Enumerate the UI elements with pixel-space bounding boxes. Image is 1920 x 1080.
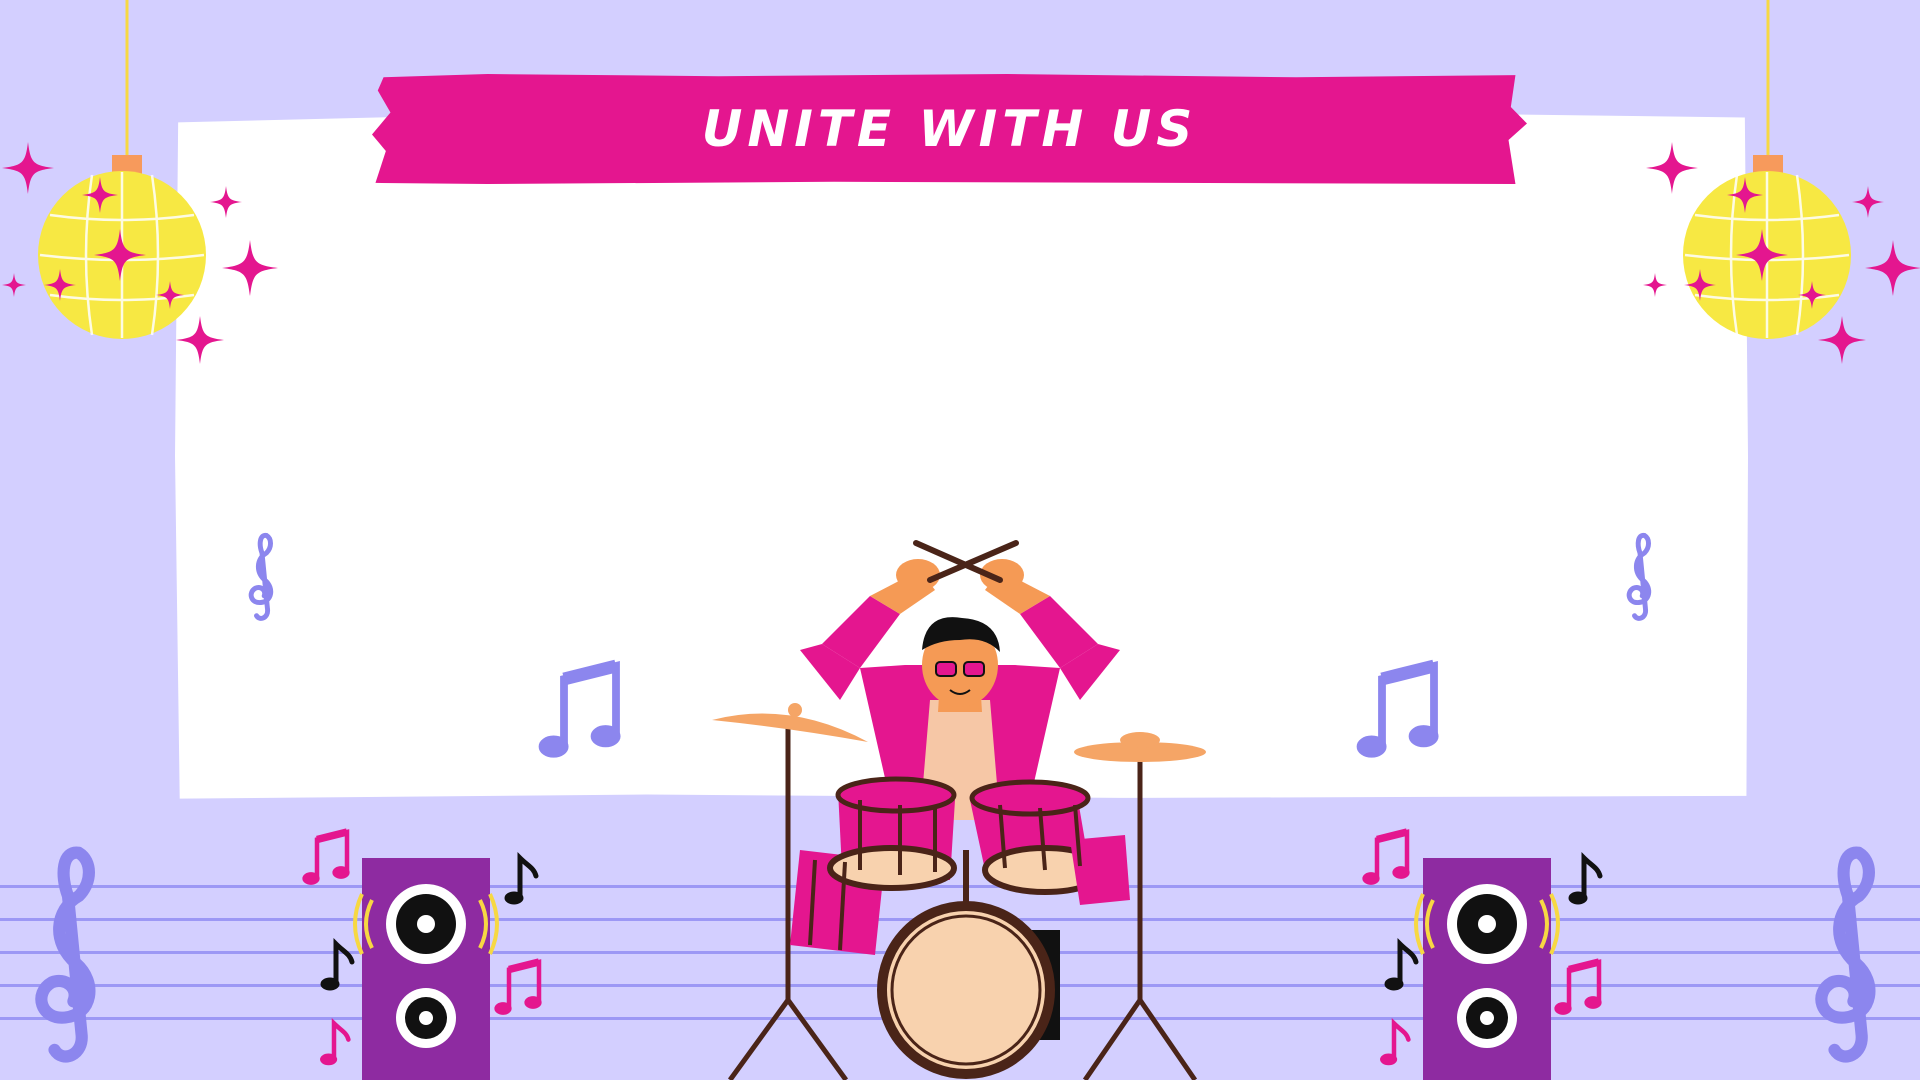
disco-ball-icon <box>1643 0 1920 364</box>
music-note-icon <box>539 666 620 757</box>
treble-clef-icon <box>41 853 89 1057</box>
speaker-icon <box>353 858 499 1080</box>
treble-clef-icon <box>1629 535 1649 618</box>
treble-clef-icon <box>1821 853 1869 1057</box>
music-note-icon <box>1357 666 1438 757</box>
speaker-icon <box>1414 858 1560 1080</box>
cymbal-icon <box>1074 732 1206 762</box>
treble-clef-icon <box>251 535 271 618</box>
disco-ball-icon <box>1 0 278 364</box>
decoration-layer <box>1 0 1920 1080</box>
drum-kit-icon <box>712 540 1206 1080</box>
